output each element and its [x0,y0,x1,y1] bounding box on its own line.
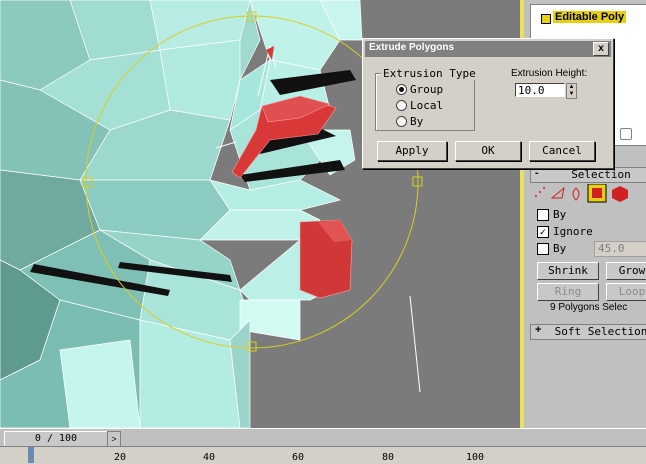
subobject-icons [535,184,628,203]
by-vertex-label: By [553,208,567,221]
time-marker[interactable] [28,447,34,463]
extrude-polygons-dialog: Extrude Polygons x Extrusion Type Group … [362,38,614,169]
close-icon[interactable]: x [593,42,609,56]
option-group-label: Group [410,83,444,96]
tick-label: 80 [382,452,395,463]
ok-button[interactable]: OK [455,141,521,161]
dialog-title: Extrude Polygons [369,42,455,53]
by-angle-label: By [553,242,567,255]
next-frame-arrow-icon[interactable]: > [107,431,121,447]
ring-button[interactable]: Ring [537,283,599,301]
tick-label: 20 [114,452,127,463]
soft-selection-rollout-header[interactable]: + Soft Selection [530,324,646,340]
rollout-title: Soft Selection [554,325,646,338]
extrusion-height-label: Extrusion Height: [511,68,588,79]
loop-button[interactable]: Loop [606,283,646,301]
border-icon[interactable] [572,187,580,201]
track-bar[interactable]: 20 40 60 80 100 [0,446,646,464]
pin-stack-icon[interactable] [620,128,632,140]
ignore-backfacing-label: Ignore [553,225,593,238]
spinner-icon[interactable]: ▲ ▼ [566,83,577,99]
extrusion-type-label: Extrusion Type [381,67,478,80]
time-slider[interactable]: 0 / 100 [4,431,108,447]
radio-group[interactable] [396,84,407,95]
ignore-backfacing-checkbox[interactable]: ✓ [537,226,549,238]
selection-status: 9 Polygons Selec [550,302,628,313]
tick-label: 60 [292,452,305,463]
dialog-titlebar[interactable]: Extrude Polygons x [365,41,611,57]
apply-button[interactable]: Apply [377,141,447,161]
tick-label: 40 [203,452,216,463]
by-vertex-checkbox[interactable] [537,209,549,221]
shrink-button[interactable]: Shrink [537,262,599,280]
angle-value: 45.0 [598,242,625,255]
extrusion-height-input[interactable]: 10.0 [515,83,565,97]
angle-input[interactable]: 45.0 [594,241,646,257]
polygon-icon[interactable] [587,184,607,203]
option-by-label: By [410,115,424,128]
radio-local-normal[interactable] [396,100,407,111]
cancel-button[interactable]: Cancel [529,141,595,161]
modifier-bullet-icon [541,14,551,24]
edge-icon[interactable] [550,186,565,199]
selection-rollout-header[interactable]: - Selection [530,167,646,183]
tick-label: 100 [466,452,485,463]
element-icon[interactable] [612,186,628,202]
modifier-stack-item[interactable]: Editable Poly [533,11,646,25]
modifier-label: Editable Poly [553,11,627,23]
by-angle-checkbox[interactable] [537,243,549,255]
frame-counter: 0 / 100 [34,433,78,444]
option-local-label: Local [410,99,444,112]
radio-by-polygon[interactable] [396,116,407,127]
grow-button[interactable]: Grow [606,262,646,280]
rollout-title: Selection [571,168,631,181]
vertex-icon[interactable] [535,187,545,197]
